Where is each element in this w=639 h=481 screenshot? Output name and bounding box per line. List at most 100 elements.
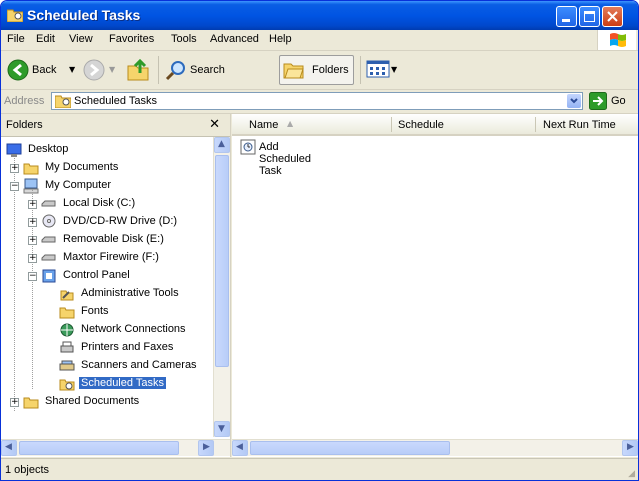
standard-toolbar: Back ▼ ▼ Search Folders ▼: [1, 51, 638, 90]
close-button[interactable]: [602, 6, 623, 27]
scroll-thumb[interactable]: [250, 441, 450, 455]
list-item-label: Add Scheduled Task: [259, 141, 311, 177]
folder-tree: Desktop + My Documents − My Computer + L…: [1, 137, 214, 437]
scheduled-tasks-folder-icon: [59, 379, 75, 391]
chevron-down-icon: ▼: [218, 424, 225, 434]
expand-icon[interactable]: +: [28, 254, 37, 263]
resize-grip-icon[interactable]: ◢: [628, 469, 635, 479]
back-button[interactable]: Back: [5, 55, 67, 85]
address-dropdown-button[interactable]: [567, 94, 581, 108]
column-separator[interactable]: [391, 117, 392, 132]
folders-pane-header: Folders ✕: [1, 114, 230, 137]
go-arrow-icon: [589, 92, 607, 110]
column-header-schedule[interactable]: Schedule: [398, 119, 444, 131]
scroll-thumb[interactable]: [215, 155, 229, 367]
expand-icon[interactable]: +: [28, 236, 37, 245]
maximize-button[interactable]: [579, 6, 600, 27]
collapse-icon[interactable]: −: [10, 182, 19, 191]
toolbar-separator: [158, 56, 159, 84]
scroll-left-button[interactable]: ◀: [1, 440, 17, 456]
search-icon: [165, 61, 185, 81]
search-label: Search: [190, 64, 225, 76]
column-header-name[interactable]: Name: [249, 119, 278, 131]
menu-favorites[interactable]: Favorites: [109, 33, 154, 45]
dvd-drive-icon: [42, 214, 56, 228]
chevron-left-icon: ◀: [5, 442, 12, 452]
scroll-up-button[interactable]: ▲: [214, 137, 230, 153]
folders-icon: [283, 63, 304, 79]
column-separator[interactable]: [535, 117, 536, 132]
close-icon: [607, 11, 618, 22]
hard-drive-icon: [41, 200, 56, 207]
menu-file[interactable]: File: [7, 33, 25, 45]
menu-bar: File Edit View Favorites Tools Advanced …: [1, 30, 638, 51]
views-dropdown-icon[interactable]: ▼: [391, 65, 397, 74]
column-header-next-run-time[interactable]: Next Run Time: [543, 119, 616, 131]
scroll-left-button[interactable]: ◀: [232, 440, 248, 456]
scroll-down-button[interactable]: ▼: [214, 421, 230, 437]
search-button[interactable]: Search: [163, 55, 231, 85]
expand-icon[interactable]: +: [10, 164, 19, 173]
address-label: Address: [4, 95, 45, 107]
status-bar: 1 objects ◢: [1, 458, 638, 480]
menu-help[interactable]: Help: [269, 33, 292, 45]
title-bar[interactable]: Scheduled Tasks: [1, 1, 638, 30]
menu-tools[interactable]: Tools: [171, 33, 197, 45]
menu-advanced[interactable]: Advanced: [210, 33, 259, 45]
content-horizontal-scrollbar[interactable]: ◀ ▶: [232, 439, 638, 456]
address-value: Scheduled Tasks: [74, 95, 157, 107]
folder-icon: [23, 163, 39, 175]
window-title: Scheduled Tasks: [27, 7, 141, 23]
scroll-right-button[interactable]: ▶: [198, 440, 214, 456]
chevron-down-icon: [570, 98, 578, 104]
removable-disk-icon: [41, 236, 56, 243]
toolbar-separator: [360, 56, 361, 84]
minimize-button[interactable]: [556, 6, 577, 27]
sort-ascending-icon: ▲: [287, 119, 294, 128]
printer-icon: [60, 341, 74, 353]
close-pane-icon[interactable]: ✕: [209, 117, 220, 132]
windows-logo: [597, 30, 636, 50]
scheduled-tasks-folder-icon: [7, 9, 23, 22]
fonts-folder-icon: [59, 307, 75, 319]
go-label: Go: [611, 95, 626, 107]
back-dropdown-icon[interactable]: ▼: [69, 65, 75, 74]
shared-folder-icon: [23, 397, 39, 409]
menu-edit[interactable]: Edit: [36, 33, 55, 45]
scroll-right-button[interactable]: ▶: [622, 440, 638, 456]
network-icon: [60, 323, 74, 337]
expand-icon[interactable]: +: [28, 200, 37, 209]
up-folder-icon[interactable]: [126, 58, 150, 82]
expand-icon[interactable]: +: [10, 398, 19, 407]
expand-icon[interactable]: +: [28, 218, 37, 227]
computer-icon: [23, 178, 39, 194]
folders-pane-title: Folders: [6, 119, 43, 131]
folders-horizontal-scrollbar[interactable]: ◀ ▶: [1, 439, 230, 456]
folders-button[interactable]: Folders: [279, 55, 354, 85]
back-label: Back: [32, 64, 57, 76]
admin-tools-icon: [60, 290, 74, 301]
go-button[interactable]: Go: [589, 92, 635, 110]
chevron-right-icon: ▶: [627, 442, 634, 452]
menu-view[interactable]: View: [69, 33, 93, 45]
add-scheduled-task-icon: [240, 139, 256, 155]
control-panel-icon: [42, 269, 56, 283]
folders-label: Folders: [312, 64, 349, 76]
folders-vertical-scrollbar[interactable]: ▲ ▼: [213, 137, 230, 437]
folders-pane: Folders ✕ Desktop + My Documents − My Co…: [1, 114, 231, 457]
address-bar: Address Scheduled Tasks Go: [1, 90, 638, 114]
chevron-up-icon: ▲: [218, 139, 225, 149]
forward-dropdown-icon[interactable]: ▼: [109, 65, 115, 74]
forward-arrow-icon[interactable]: [83, 59, 105, 81]
minimize-icon: [562, 19, 570, 22]
scheduled-tasks-folder-icon: [55, 95, 71, 108]
collapse-icon[interactable]: −: [28, 272, 37, 281]
views-icon[interactable]: [366, 59, 390, 79]
chevron-left-icon: ◀: [236, 442, 243, 452]
chevron-right-icon: ▶: [203, 442, 210, 452]
column-headers: Name ▲ Schedule Next Run Time: [232, 114, 638, 136]
status-text: 1 objects: [5, 464, 50, 476]
scroll-thumb[interactable]: [19, 441, 179, 455]
address-input[interactable]: Scheduled Tasks: [51, 92, 583, 110]
hard-drive-icon: [41, 254, 56, 261]
